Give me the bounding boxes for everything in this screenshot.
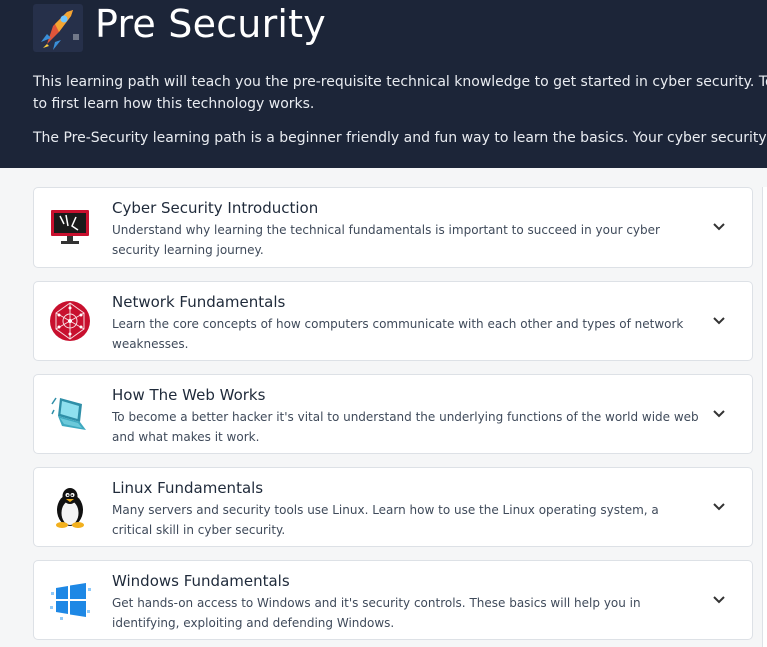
module-title: Windows Fundamentals [112, 572, 290, 590]
chevron-down-icon[interactable] [712, 502, 726, 512]
module-title: Cyber Security Introduction [112, 199, 319, 217]
module-title: How The Web Works [112, 386, 266, 404]
module-description: Many servers and security tools use Linu… [112, 503, 659, 537]
linux-penguin-icon [56, 488, 84, 528]
path-header: Pre Security This learning path will tea… [0, 0, 767, 168]
chevron-down-icon[interactable] [712, 222, 726, 232]
laptop-icon [51, 397, 86, 430]
module-card-network-fundamentals[interactable]: Network Fundamentals Learn the core conc… [33, 281, 753, 361]
side-panel-edge [762, 187, 767, 647]
path-intro-second: The Pre-Security learning path is a begi… [33, 130, 767, 146]
module-card-how-the-web-works[interactable]: How The Web Works To become a better hac… [33, 374, 753, 454]
module-card-linux-fundamentals[interactable]: Linux Fundamentals Many servers and secu… [33, 467, 753, 547]
page-title: Pre Security [95, 2, 326, 46]
chevron-down-icon[interactable] [712, 595, 726, 605]
module-card-cyber-security-intro[interactable]: Cyber Security Introduction Understand w… [33, 187, 753, 268]
path-intro-line-1: This learning path will teach you the pr… [33, 74, 767, 90]
path-intro-line-2: to first learn how this technology works… [33, 96, 315, 112]
chevron-down-icon[interactable] [712, 316, 726, 326]
module-description: To become a better hacker it's vital to … [112, 410, 699, 444]
module-card-windows-fundamentals[interactable]: Windows Fundamentals Get hands-on access… [33, 560, 753, 640]
module-description: Get hands-on access to Windows and it's … [112, 596, 641, 630]
module-title: Linux Fundamentals [112, 479, 264, 497]
computer-monitor-icon [51, 210, 89, 244]
network-globe-icon [50, 301, 90, 341]
module-title: Network Fundamentals [112, 293, 286, 311]
module-description: Learn the core concepts of how computers… [112, 317, 684, 351]
chevron-down-icon[interactable] [712, 409, 726, 419]
rocket-icon [33, 4, 83, 52]
module-description: Understand why learning the technical fu… [112, 223, 660, 257]
path-intro: This learning path will teach you the pr… [33, 71, 767, 115]
windows-logo-icon [50, 583, 91, 620]
